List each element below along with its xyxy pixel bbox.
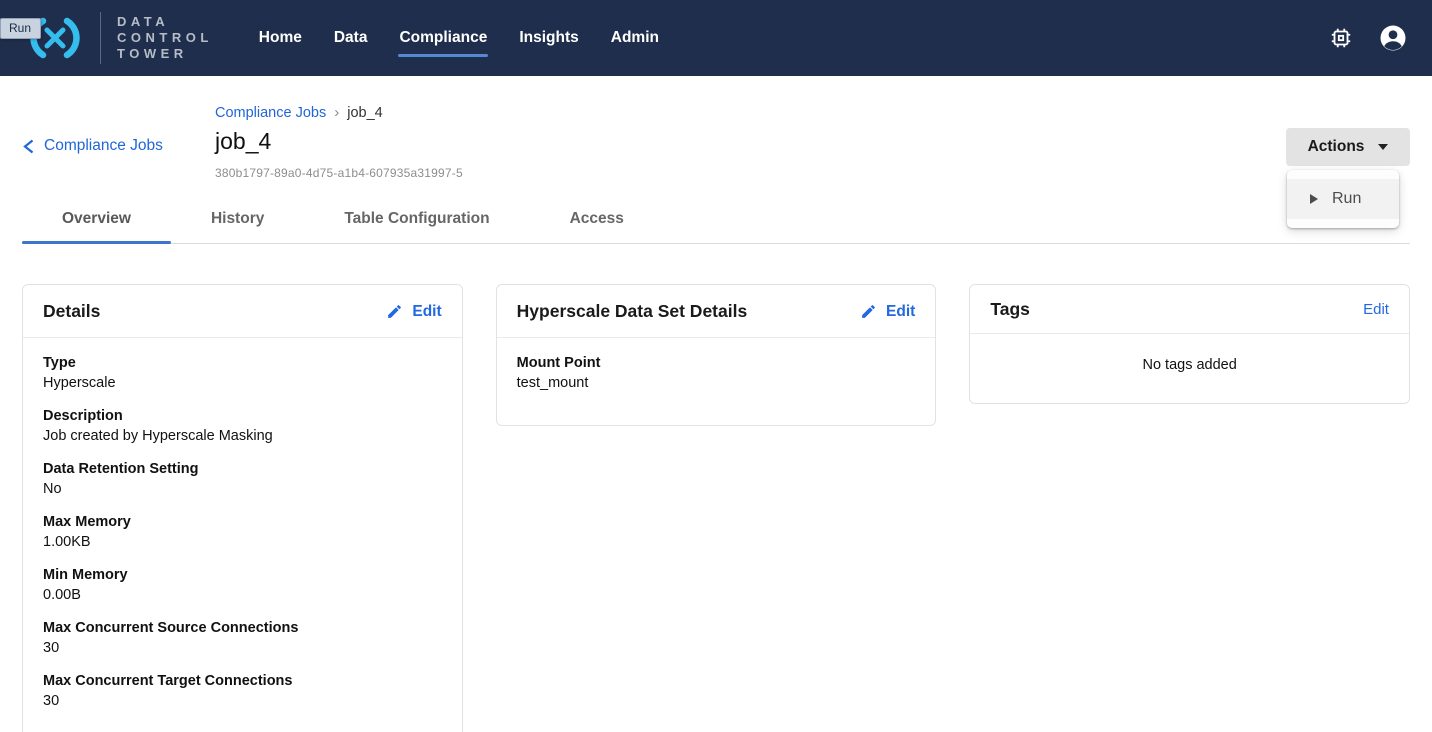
details-edit-label: Edit bbox=[412, 303, 441, 321]
drag-tooltip: Run bbox=[0, 18, 41, 39]
details-edit-button[interactable]: Edit bbox=[386, 303, 441, 321]
page-uuid: 380b1797-89a0-4d75-a1b4-607935a31997-5 bbox=[215, 166, 1410, 180]
actions-button-label: Actions bbox=[1308, 138, 1365, 156]
pencil-icon bbox=[386, 303, 403, 320]
tags-edit-button[interactable]: Edit bbox=[1363, 301, 1389, 318]
menu-item-run-label: Run bbox=[1332, 190, 1361, 208]
breadcrumb-parent[interactable]: Compliance Jobs bbox=[215, 105, 326, 121]
breadcrumb-separator-icon: › bbox=[334, 104, 339, 121]
nav-item-insights[interactable]: Insights bbox=[519, 23, 578, 53]
tags-empty-message: No tags added bbox=[990, 351, 1389, 381]
breadcrumb-current: job_4 bbox=[347, 105, 382, 121]
back-link[interactable]: Compliance Jobs bbox=[22, 137, 163, 155]
breadcrumb: Compliance Jobs › job_4 bbox=[215, 104, 1410, 121]
nav-item-admin[interactable]: Admin bbox=[611, 23, 659, 53]
actions-button[interactable]: Actions bbox=[1286, 128, 1410, 166]
page-head-center: Compliance Jobs › job_4 job_4 380b1797-8… bbox=[215, 104, 1410, 180]
play-icon bbox=[1310, 194, 1318, 204]
actions-dropdown: Actions Run bbox=[1286, 128, 1410, 166]
tab-access[interactable]: Access bbox=[530, 197, 664, 243]
tags-card: Tags Edit No tags added bbox=[969, 284, 1410, 404]
detail-field-max-source-connections: Max Concurrent Source Connections 30 bbox=[43, 620, 442, 656]
detail-field-description: Description Job created by Hyperscale Ma… bbox=[43, 408, 442, 444]
nav-item-data[interactable]: Data bbox=[334, 23, 368, 53]
detail-field-min-memory: Min Memory 0.00B bbox=[43, 567, 442, 603]
tab-table-configuration[interactable]: Table Configuration bbox=[304, 197, 529, 243]
hyperscale-dataset-card: Hyperscale Data Set Details Edit Mount P… bbox=[496, 284, 937, 426]
app-root: Run DATA CONTROL TOWER Home Data Complia… bbox=[0, 0, 1432, 732]
main-nav: Home Data Compliance Insights Admin bbox=[259, 23, 659, 53]
tab-history[interactable]: History bbox=[171, 197, 304, 243]
cards-grid: Details Edit Type Hyperscale Description… bbox=[22, 284, 1410, 732]
actions-menu: Run bbox=[1287, 170, 1399, 228]
logo-wordmark: DATA CONTROL TOWER bbox=[117, 14, 213, 62]
top-navigation-bar: DATA CONTROL TOWER Home Data Compliance … bbox=[0, 0, 1432, 76]
hyperscale-edit-label: Edit bbox=[886, 303, 915, 321]
menu-item-run[interactable]: Run bbox=[1287, 179, 1399, 219]
app-logo[interactable]: DATA CONTROL TOWER bbox=[26, 12, 213, 64]
back-link-label: Compliance Jobs bbox=[44, 137, 163, 155]
tags-edit-label: Edit bbox=[1363, 301, 1389, 318]
topbar-right bbox=[1324, 21, 1418, 55]
tags-card-title: Tags bbox=[990, 299, 1030, 320]
chip-icon[interactable] bbox=[1324, 21, 1358, 55]
page-title: job_4 bbox=[215, 128, 1410, 155]
account-icon[interactable] bbox=[1376, 21, 1410, 55]
nav-item-compliance[interactable]: Compliance bbox=[399, 23, 487, 53]
detail-field-type: Type Hyperscale bbox=[43, 355, 442, 391]
detail-field-max-memory: Max Memory 1.00KB bbox=[43, 514, 442, 550]
details-card: Details Edit Type Hyperscale Description… bbox=[22, 284, 463, 732]
detail-field-max-target-connections: Max Concurrent Target Connections 30 bbox=[43, 673, 442, 709]
hyperscale-card-title: Hyperscale Data Set Details bbox=[517, 301, 748, 322]
detail-field-data-retention: Data Retention Setting No bbox=[43, 461, 442, 497]
hyperscale-field-mount-point: Mount Point test_mount bbox=[517, 355, 916, 391]
tab-overview[interactable]: Overview bbox=[22, 197, 171, 243]
chevron-down-icon bbox=[1378, 144, 1388, 150]
nav-item-home[interactable]: Home bbox=[259, 23, 302, 53]
pencil-icon bbox=[860, 303, 877, 320]
hyperscale-edit-button[interactable]: Edit bbox=[860, 303, 915, 321]
page-head: Compliance Jobs Compliance Jobs › job_4 … bbox=[0, 76, 1432, 180]
logo-divider bbox=[100, 12, 101, 64]
details-card-title: Details bbox=[43, 301, 100, 322]
chevron-left-icon bbox=[22, 139, 35, 154]
tab-bar: Overview History Table Configuration Acc… bbox=[22, 197, 1410, 244]
